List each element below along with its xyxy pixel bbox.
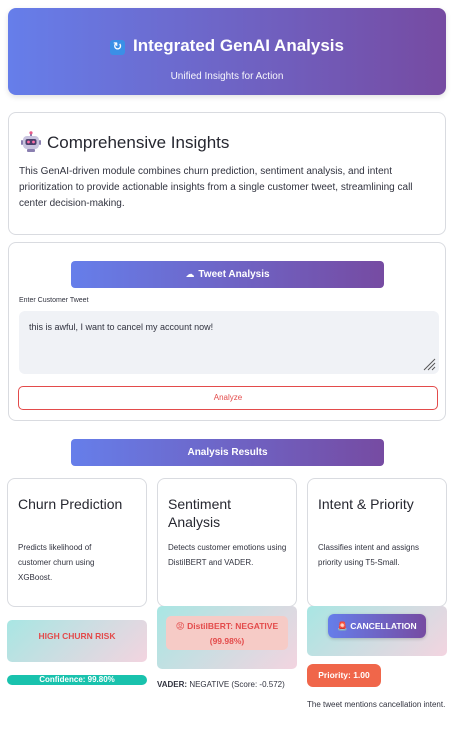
tweet-analysis-label: Tweet Analysis	[198, 269, 270, 280]
churn-prediction-card: Churn Prediction Predicts likelihood of …	[7, 478, 147, 607]
intent-description: Classifies intent and assigns priority u…	[318, 543, 419, 567]
insights-title: Comprehensive Insights	[47, 133, 230, 152]
intent-result-box: 🚨 CANCELLATION	[307, 606, 447, 656]
vader-label: VADER:	[157, 680, 188, 689]
vader-value: NEGATIVE (Score: -0.572)	[189, 680, 285, 689]
page-title: ↻ Integrated GenAI Analysis	[8, 36, 446, 56]
page-title-text: Integrated GenAI Analysis	[133, 36, 344, 55]
intent-title: Intent & Priority	[318, 496, 414, 512]
insights-card: Comprehensive Insights This GenAI-driven…	[8, 112, 446, 235]
robot-icon	[21, 131, 41, 152]
churn-risk-box: HIGH CHURN RISK	[7, 620, 147, 662]
analysis-results-header: Analysis Results	[71, 439, 384, 466]
tweet-analysis-card: ☁ Tweet Analysis Enter Customer Tweet thi…	[8, 242, 446, 421]
sentiment-analysis-card: Sentiment Analysis Detects customer emot…	[157, 478, 297, 607]
confidence-bar: Confidence: 99.80%	[7, 675, 147, 685]
tweet-input-value: this is awful, I want to cancel my accou…	[29, 322, 214, 332]
siren-icon: 🚨	[337, 621, 348, 631]
sync-icon: ↻	[110, 40, 125, 55]
sentiment-description: Detects customer emotions using DistilBE…	[168, 543, 287, 567]
tweet-analysis-header: ☁ Tweet Analysis	[71, 261, 384, 288]
speech-bubble-icon: ☁	[185, 269, 195, 279]
tweet-input-label: Enter Customer Tweet	[19, 297, 89, 304]
page-subtitle: Unified Insights for Action	[170, 71, 284, 82]
angry-face-icon: 😡	[175, 621, 185, 631]
distilbert-label: DistilBERT: NEGATIVE	[187, 621, 279, 631]
intent-priority-card: Intent & Priority Classifies intent and …	[307, 478, 447, 607]
intent-label: CANCELLATION	[350, 621, 417, 631]
churn-risk-label: HIGH CHURN RISK	[38, 631, 116, 641]
intent-badge: 🚨 CANCELLATION	[328, 614, 426, 638]
intent-note: The tweet mentions cancellation intent.	[307, 700, 446, 709]
sentiment-title: Sentiment Analysis	[168, 496, 232, 530]
vader-result: VADER: NEGATIVE (Score: -0.572)	[157, 680, 285, 689]
analyze-button[interactable]: Analyze	[18, 386, 438, 410]
distilbert-badge: 😡 DistilBERT: NEGATIVE (99.98%)	[166, 616, 288, 650]
resize-grip-icon[interactable]	[422, 357, 436, 371]
insights-description: This GenAI-driven module combines churn …	[19, 166, 413, 209]
churn-title: Churn Prediction	[18, 496, 123, 512]
distilbert-score: (99.98%)	[209, 636, 245, 646]
sentiment-result-box: 😡 DistilBERT: NEGATIVE (99.98%)	[157, 606, 297, 669]
churn-description: Predicts likelihood of customer churn us…	[18, 543, 95, 582]
tweet-input[interactable]: this is awful, I want to cancel my accou…	[19, 311, 439, 374]
priority-badge: Priority: 1.00	[307, 664, 381, 687]
header-banner: ↻ Integrated GenAI Analysis Unified Insig…	[8, 8, 446, 95]
